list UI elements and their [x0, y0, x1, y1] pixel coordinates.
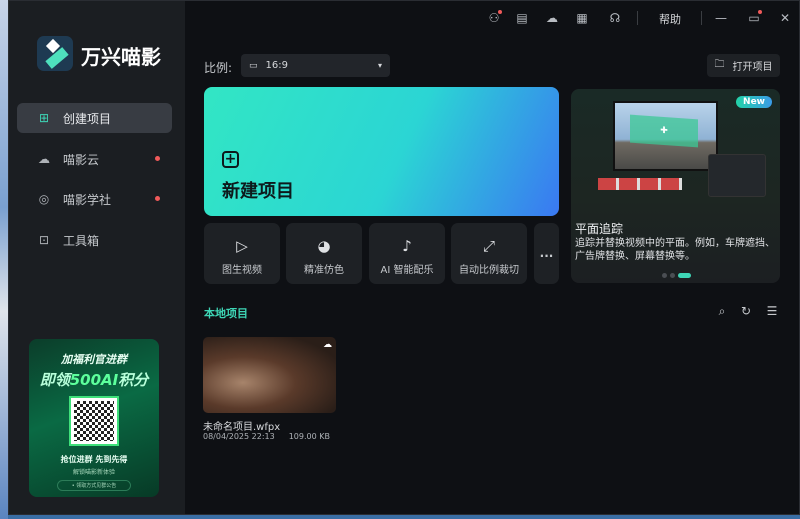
toolbox-icon: ⊡ [38, 233, 50, 247]
project-thumbnail[interactable]: ☁ [203, 337, 336, 413]
promo-line: 解锁喵影新体验 [72, 469, 115, 476]
promo-banner[interactable]: 加福利官进群 即领500AI积分 抢位进群 先到先得 解锁喵影新体验 • 领取方… [29, 339, 159, 497]
maximize-button[interactable]: ▭ [746, 10, 762, 26]
project-date: 08/04/2025 22:13 [203, 432, 275, 441]
notification-dot [155, 156, 160, 161]
sidebar-item-label: 喵影学社 [63, 192, 112, 207]
promo-line: 抢位进群 先到先得 [60, 455, 128, 464]
chevron-down-icon: ▾ [377, 61, 382, 70]
project-meta: 08/04/2025 22:13 109.00 KB [203, 432, 330, 441]
plus-icon: + [222, 151, 239, 168]
headset-support-icon[interactable]: ☊ [607, 10, 623, 26]
feature-card[interactable]: ✚ New 平面追踪 追踪并替换视频中的平面。例如，车牌遮挡、广告牌替换、屏幕替… [571, 89, 780, 283]
app-name: 万兴喵影 [81, 45, 161, 69]
qr-code [69, 396, 119, 446]
open-project-button[interactable]: 🗀 打开项目 [707, 54, 780, 77]
ratio-icon: ▭ [249, 60, 258, 71]
tool-ai-music[interactable]: ♪ AI 智能配乐 [369, 223, 445, 284]
project-name[interactable]: 未命名项目.wfpx [203, 418, 280, 433]
account-icon[interactable]: ⚇ [486, 10, 502, 26]
sidebar-item-academy[interactable]: ◎ 喵影学社 [17, 184, 172, 214]
tool-label: 精准仿色 [304, 265, 344, 276]
ratio-dropdown[interactable]: ▭ 16:9 ▾ [241, 54, 390, 77]
sidebar-item-label: 喵影云 [63, 152, 100, 167]
refresh-icon[interactable]: ↻ [739, 304, 753, 318]
auto-reframe-icon: ⤢ [482, 237, 495, 255]
feature-preview-strip [598, 178, 682, 190]
cloud-icon: ☁ [38, 152, 50, 166]
new-badge: New [736, 96, 772, 108]
new-file-icon: ⊞ [38, 111, 50, 125]
tool-label: 自动比例裁切 [459, 265, 519, 276]
tool-label: 图生视频 [222, 265, 262, 276]
carousel-dot-active[interactable] [678, 273, 691, 278]
divider [637, 11, 638, 25]
promo-line: 加福利官进群 [61, 353, 127, 366]
palette-ai-icon: ◕ [317, 237, 331, 255]
ratio-label: 比例: [204, 61, 233, 75]
promo-line: • 领取方式见群公告 [57, 480, 131, 491]
help-button[interactable]: 帮助 [659, 11, 681, 27]
sidebar-item-label: 工具箱 [63, 233, 100, 248]
search-icon[interactable]: ⌕ [715, 304, 729, 319]
more-tools-button[interactable]: ... [534, 223, 559, 284]
carousel-dot[interactable] [662, 273, 667, 278]
notification-dot [155, 196, 160, 201]
divider [701, 11, 702, 25]
tool-label: AI 智能配乐 [380, 265, 434, 276]
music-ai-icon: ♪ [402, 237, 412, 255]
feature-title: 平面追踪 [575, 222, 624, 236]
desktop-edge [0, 0, 8, 519]
list-view-icon[interactable]: ☰ [765, 304, 779, 318]
bulb-icon: ◎ [38, 192, 50, 206]
new-project-title: 新建项目 [222, 181, 294, 202]
tool-color-match[interactable]: ◕ 精准仿色 [286, 223, 362, 284]
new-project-card[interactable]: + 新建项目 [204, 87, 559, 216]
promo-headline: 即领500AI积分 [39, 371, 149, 389]
carousel-dot[interactable] [670, 273, 675, 278]
tasks-icon[interactable]: ▤ [514, 10, 530, 26]
folder-icon: 🗀 [714, 59, 725, 70]
close-button[interactable]: ✕ [777, 10, 793, 26]
tool-auto-reframe[interactable]: ⤢ 自动比例裁切 [451, 223, 527, 284]
feature-preview-panel [708, 154, 766, 197]
cloud-sync-icon[interactable]: ☁ [544, 10, 560, 26]
feature-preview-image: ✚ [613, 101, 718, 171]
logo-icon [37, 36, 73, 71]
apps-grid-icon[interactable]: ▦ [574, 10, 590, 26]
ratio-value: 16:9 [265, 60, 288, 71]
sidebar-item-label: 创建项目 [63, 111, 112, 126]
sidebar-item-create-project[interactable]: ⊞ 创建项目 [17, 103, 172, 133]
image-to-video-icon: ▷ [236, 237, 248, 255]
sidebar-item-toolbox[interactable]: ⊡ 工具箱 [17, 225, 172, 255]
minimize-button[interactable]: — [713, 10, 729, 26]
tool-image-to-video[interactable]: ▷ 图生视频 [204, 223, 280, 284]
cloud-upload-icon[interactable]: ☁ [323, 340, 332, 350]
project-size: 109.00 KB [288, 432, 330, 441]
app-window: 万兴喵影 ⊞ 创建项目 ☁ 喵影云 ◎ 喵影学社 ⊡ 工具箱 加福利官进群 即领500A… [8, 0, 800, 515]
feature-description: 追踪并替换视频中的平面。例如，车牌遮挡、广告牌替换、屏幕替换等。 [575, 238, 775, 262]
sidebar-item-cloud[interactable]: ☁ 喵影云 [17, 144, 172, 174]
local-projects-title: 本地项目 [204, 307, 248, 320]
open-project-label: 打开项目 [732, 62, 773, 73]
sidebar: 万兴喵影 ⊞ 创建项目 ☁ 喵影云 ◎ 喵影学社 ⊡ 工具箱 加福利官进群 即领500A… [9, 1, 185, 514]
